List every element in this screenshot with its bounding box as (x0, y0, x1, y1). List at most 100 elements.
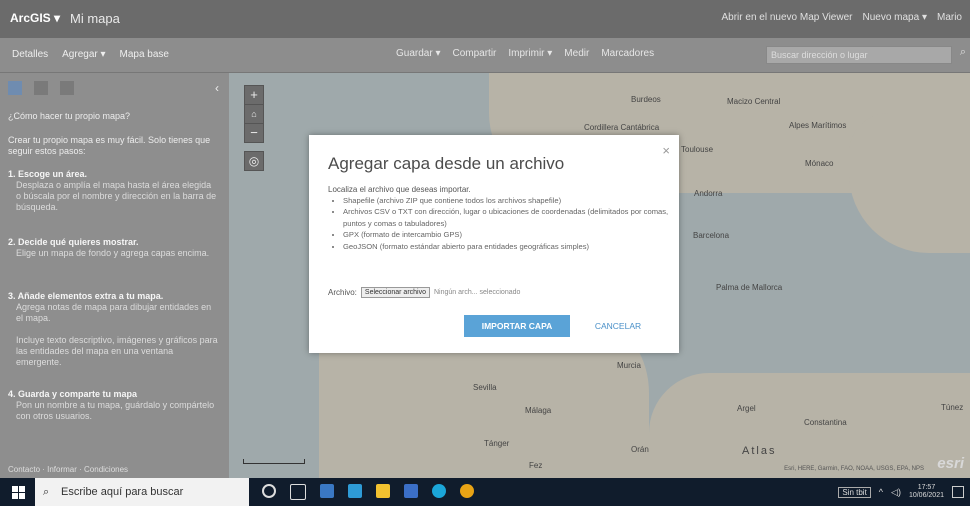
chrome-icon[interactable] (460, 484, 474, 498)
step-3-extra: Incluye texto descriptivo, imágenes y gr… (8, 335, 218, 368)
step-text: Incluye texto descriptivo, imágenes y gr… (16, 335, 218, 367)
map-label: Toulouse (681, 145, 714, 154)
dialog-title: Agregar capa desde un archivo (328, 154, 565, 173)
close-icon[interactable]: × (662, 143, 670, 158)
map-label: Cordillera Cantábrica (584, 123, 660, 132)
zoom-in-button[interactable]: + (245, 86, 263, 105)
notifications-icon[interactable] (952, 486, 964, 498)
scale-bar (243, 459, 305, 464)
cortana-icon[interactable] (262, 484, 276, 498)
app-icon[interactable] (320, 484, 334, 498)
clock[interactable]: 17:57 10/06/2021 (909, 484, 944, 500)
file-row: Archivo: Seleccionar archivo Ningún arch… (328, 287, 520, 298)
taskbar-search-placeholder: Escribe aquí para buscar (61, 486, 184, 498)
step-text: Elige un mapa de fondo y agrega capas en… (16, 248, 210, 258)
map-label: Orán (631, 445, 649, 454)
land-italy (849, 113, 970, 253)
step-title: 2. Decide qué quieres mostrar. (8, 237, 139, 247)
step-2: 2. Decide qué quieres mostrar. Elige un … (8, 237, 218, 259)
list-item: Shapefile (archivo ZIP que contiene todo… (343, 195, 673, 206)
file-status: Ningún arch... seleccionado (434, 289, 521, 296)
system-tray: Sin tbit ^ ◁) 17:57 10/06/2021 (838, 484, 964, 500)
task-view-icon[interactable] (290, 484, 306, 500)
map-label: Tánger (484, 439, 510, 448)
map-label: Málaga (525, 406, 552, 415)
search-input[interactable]: Buscar dirección o lugar (766, 46, 952, 64)
taskbar-apps (262, 484, 474, 500)
select-file-button[interactable]: Seleccionar archivo (360, 287, 430, 298)
map-label: Murcia (617, 361, 642, 370)
file-label: Archivo: (328, 288, 357, 297)
list-item: GPX (formato de intercambio GPS) (343, 229, 673, 240)
windows-start-icon[interactable] (12, 486, 25, 499)
dialog-intro: Localiza el archivo que deseas importar. (328, 185, 471, 194)
panel-question: ¿Cómo hacer tu propio mapa? (8, 111, 131, 121)
list-item: Archivos CSV o TXT con dirección, lugar … (343, 206, 673, 229)
share-button[interactable]: Compartir (452, 48, 496, 59)
collapse-panel-icon[interactable]: ‹ (215, 81, 219, 95)
map-label: Constantina (804, 418, 847, 427)
map-label: Túnez (941, 403, 964, 412)
volume-icon[interactable]: ◁) (891, 487, 901, 498)
legend-icon[interactable] (60, 81, 74, 95)
file-explorer-icon[interactable] (376, 484, 390, 498)
save-button[interactable]: Guardar ▾ (396, 48, 440, 59)
map-label: Alpes Marítimos (789, 121, 847, 130)
left-panel: ‹ ¿Cómo hacer tu propio mapa? Crear tu p… (0, 73, 229, 478)
bookmarks-button[interactable]: Marcadores (601, 48, 654, 59)
list-item: GeoJSON (formato estándar abierto para e… (343, 241, 673, 252)
app-header: ArcGIS ▾ Mi mapa Abrir en el nuevo Map V… (0, 0, 970, 38)
new-map-menu[interactable]: Nuevo mapa ▾ (862, 12, 927, 23)
map-label: Burdeos (631, 95, 661, 104)
map-label: Mónaco (805, 159, 834, 168)
map-title: Mi mapa (70, 11, 120, 26)
network-badge[interactable]: Sin tbit (838, 486, 871, 498)
default-extent-button[interactable]: ⌂ (245, 105, 263, 124)
mail-icon[interactable] (348, 484, 362, 498)
basemap-button[interactable]: Mapa base (116, 47, 173, 62)
search-icon[interactable]: ⌕ (960, 46, 966, 59)
app-icon[interactable] (404, 484, 418, 498)
step-4: 4. Guarda y comparte tu mapa Pon un nomb… (8, 389, 218, 422)
map-toolbar: Detalles Agregar ▾ Mapa base Guardar ▾ C… (0, 38, 970, 73)
about-icon[interactable] (8, 81, 22, 95)
step-title: 3. Añade elementos extra a tu mapa. (8, 291, 164, 301)
map-label: Barcelona (693, 231, 730, 240)
add-button[interactable]: Agregar ▾ (58, 47, 109, 62)
map-attribution: Esri, HERE, Garmin, FAO, NOAA, USGS, EPA… (784, 466, 924, 472)
map-label: Macizo Central (727, 97, 781, 106)
open-new-map-viewer-link[interactable]: Abrir en el nuevo Map Viewer (721, 12, 852, 23)
map-label: Argel (737, 404, 756, 413)
measure-button[interactable]: Medir (564, 48, 589, 59)
map-label: Fez (529, 461, 543, 470)
map-label: Andorra (694, 189, 723, 198)
map-label: Palma de Mallorca (716, 283, 783, 292)
step-1: 1. Escoge un área. Desplaza o amplía el … (8, 169, 218, 213)
zoom-out-button[interactable]: − (245, 124, 263, 142)
step-text: Desplaza o amplía el mapa hasta el área … (16, 180, 217, 212)
locate-button[interactable]: ◎ (244, 151, 264, 171)
search-icon: ⌕ (43, 486, 50, 498)
step-text: Pon un nombre a tu mapa, guárdalo y comp… (16, 400, 215, 421)
add-layer-from-file-dialog: Agregar capa desde un archivo × Localiza… (309, 135, 679, 353)
taskbar-search-input[interactable]: ⌕ Escribe aquí para buscar (35, 478, 249, 506)
import-layer-button[interactable]: IMPORTAR CAPA (464, 315, 570, 337)
clock-time: 17:57 (917, 484, 936, 491)
step-3: 3. Añade elementos extra a tu mapa. Agre… (8, 291, 218, 324)
clock-date: 10/06/2021 (908, 492, 944, 499)
windows-taskbar: ⌕ Escribe aquí para buscar Sin tbit ^ ◁)… (0, 478, 970, 506)
user-menu[interactable]: Mario (937, 12, 962, 23)
step-title: 1. Escoge un área. (8, 169, 88, 179)
edge-icon[interactable] (432, 484, 446, 498)
details-button[interactable]: Detalles (8, 47, 52, 62)
chevron-up-icon[interactable]: ^ (879, 487, 883, 497)
panel-footer-links[interactable]: Contacto · Informar · Condiciones (8, 465, 128, 474)
content-icon[interactable] (34, 81, 48, 95)
map-label: Atlas (742, 445, 777, 457)
cancel-button[interactable]: CANCELAR (583, 315, 653, 337)
zoom-controls: + ⌂ − (244, 85, 264, 143)
arcgis-menu[interactable]: ArcGIS ▾ (10, 11, 60, 25)
print-button[interactable]: Imprimir ▾ (508, 48, 552, 59)
map-label: Sevilla (473, 383, 497, 392)
supported-formats-list: Shapefile (archivo ZIP que contiene todo… (331, 195, 673, 252)
